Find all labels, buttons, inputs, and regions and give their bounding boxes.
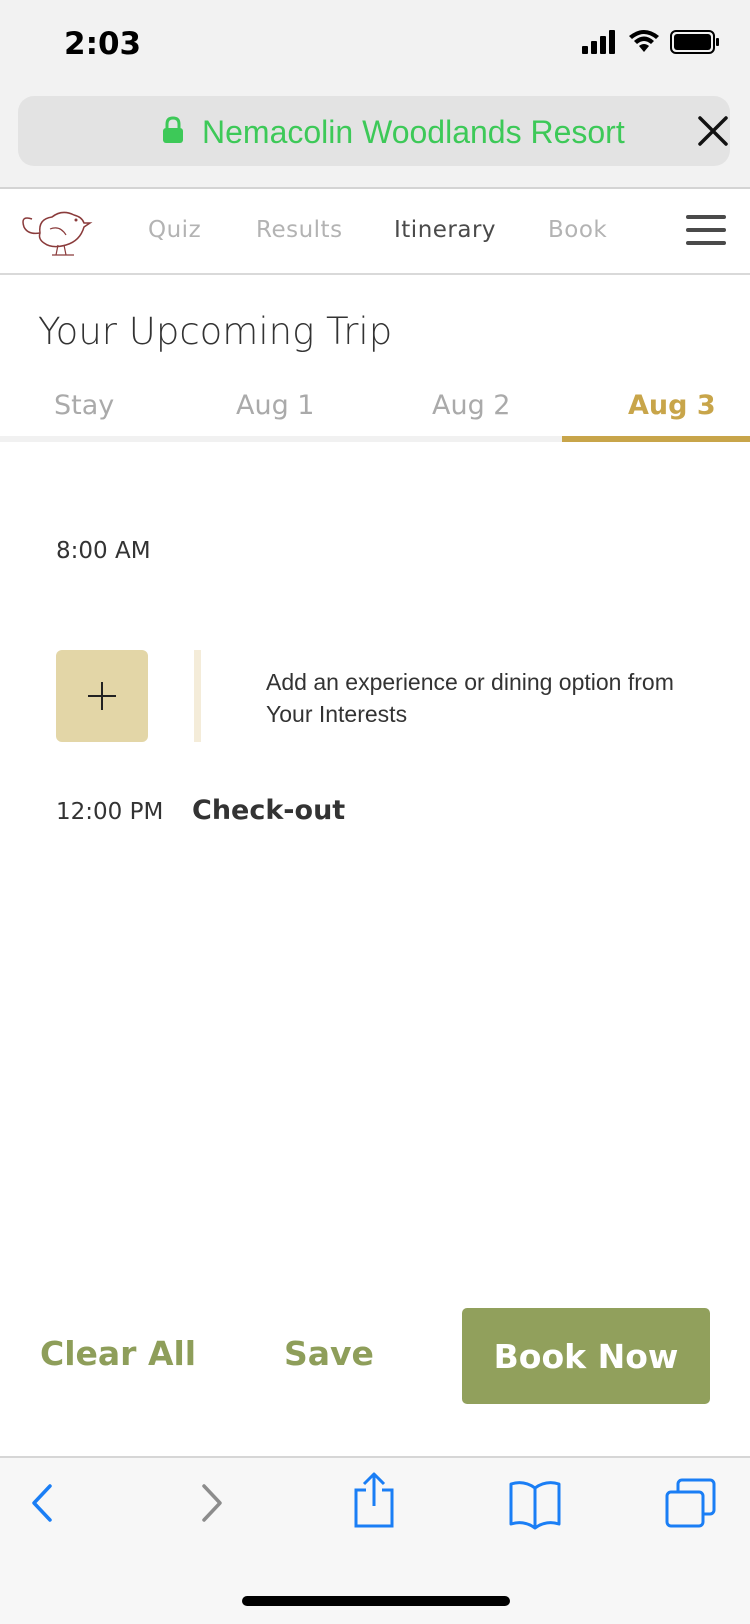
app-navbar: Quiz Results Itinerary Book — [0, 189, 750, 275]
nav-quiz[interactable]: Quiz — [148, 217, 201, 243]
battery-icon — [670, 30, 719, 54]
tabs-icon[interactable] — [664, 1478, 718, 1530]
status-icons — [582, 30, 720, 54]
forward-icon[interactable] — [196, 1478, 226, 1528]
nav-book[interactable]: Book — [548, 217, 607, 243]
save-button[interactable]: Save — [284, 1334, 374, 1373]
share-icon[interactable] — [352, 1470, 396, 1528]
day-tabs: Stay Aug 1 Aug 2 Aug 3 — [0, 380, 750, 442]
add-experience-button[interactable] — [56, 650, 148, 742]
bird-logo-icon[interactable] — [18, 205, 96, 261]
status-time: 2:03 — [64, 26, 142, 62]
close-icon[interactable] — [696, 114, 730, 148]
back-icon[interactable] — [28, 1478, 58, 1528]
tab-aug-3[interactable]: Aug 3 — [628, 390, 716, 421]
nav-itinerary[interactable]: Itinerary — [394, 217, 496, 243]
signal-icon — [582, 30, 615, 54]
time-slot-label: 8:00 AM — [56, 538, 151, 564]
nav-results[interactable]: Results — [256, 217, 343, 243]
active-tab-indicator — [562, 436, 750, 442]
checkout-event: Check-out — [192, 795, 346, 826]
address-bar[interactable]: Nemacolin Woodlands Resort — [18, 96, 730, 166]
menu-icon[interactable] — [686, 215, 726, 247]
tab-aug-2[interactable]: Aug 2 — [432, 390, 510, 421]
tab-aug-1[interactable]: Aug 1 — [236, 390, 314, 421]
status-bar: 2:03 — [0, 0, 750, 92]
add-experience-hint: Add an experience or dining option from … — [266, 669, 674, 727]
timeline-bar — [194, 650, 201, 742]
time-slot-label: 12:00 PM — [56, 799, 164, 825]
clear-all-button[interactable]: Clear All — [40, 1334, 196, 1373]
home-indicator — [242, 1596, 510, 1606]
page-title: Your Upcoming Trip — [38, 310, 393, 353]
tab-stay[interactable]: Stay — [54, 390, 114, 421]
book-now-button[interactable]: Book Now — [462, 1308, 710, 1404]
plus-icon-vertical — [101, 682, 103, 710]
lock-icon — [163, 116, 183, 143]
wifi-icon — [629, 30, 659, 52]
bookmarks-icon[interactable] — [508, 1478, 562, 1530]
browser-toolbar — [0, 1456, 750, 1624]
url-title: Nemacolin Woodlands Resort — [202, 114, 625, 150]
url-area: Nemacolin Woodlands Resort — [0, 92, 750, 189]
